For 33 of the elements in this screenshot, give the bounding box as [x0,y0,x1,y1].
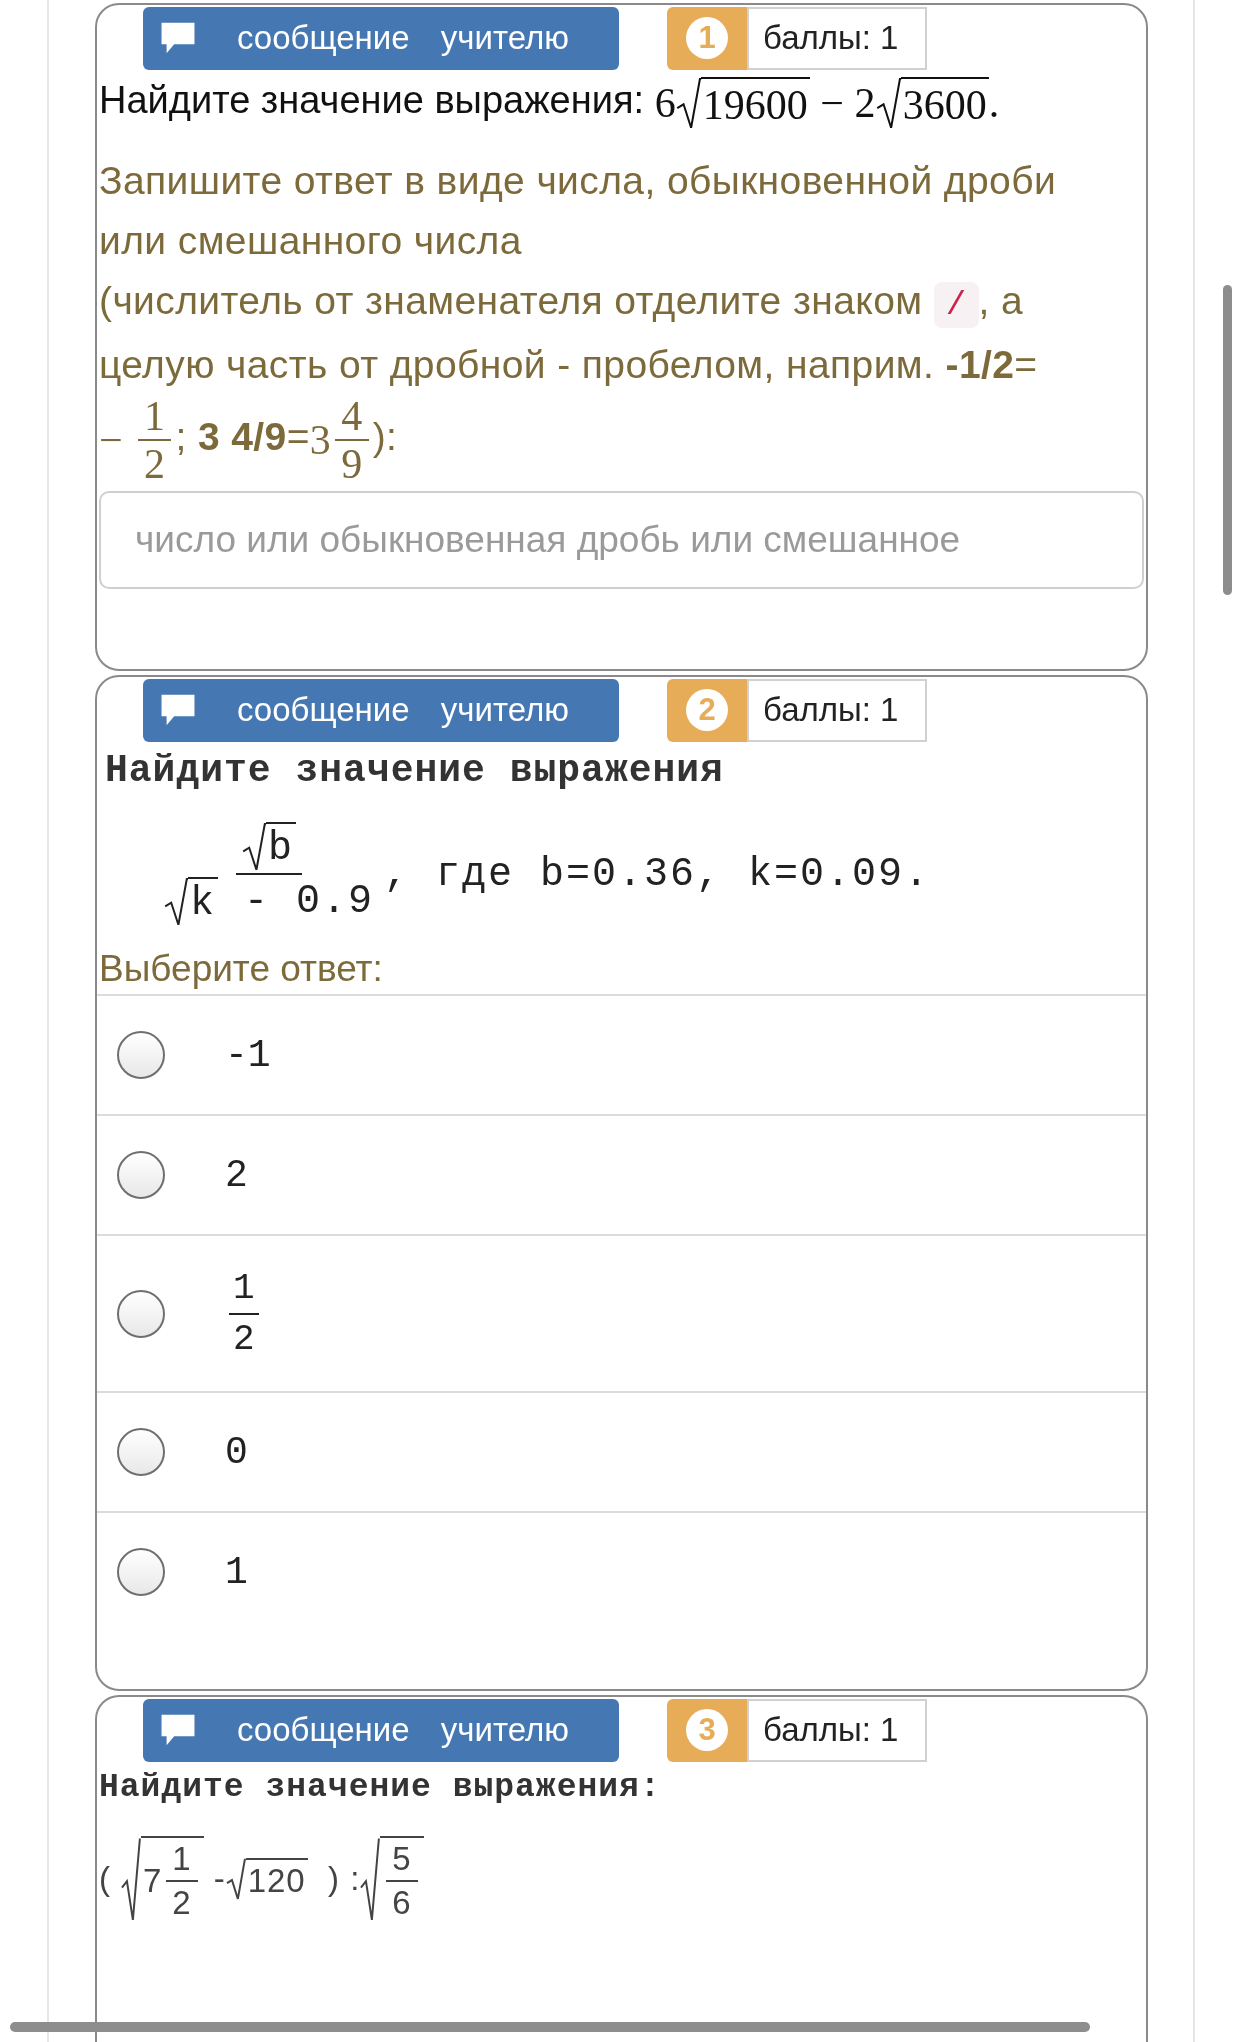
question-number: 2 [667,678,747,742]
score-label: баллы: 1 [747,6,927,70]
option-label: 1 2 [229,1267,259,1360]
scrollbar[interactable] [1223,285,1232,595]
question-text: Найдите значение выражения: [99,1769,662,1806]
radio-button[interactable] [117,1289,165,1338]
option-label: 2 [225,1153,248,1197]
message-teacher-button[interactable]: сообщение учителю [143,1698,619,1762]
scrollbar[interactable] [10,2022,1090,2032]
radio-button[interactable] [117,1151,165,1199]
option-label: -1 [225,1033,271,1077]
message-teacher-button[interactable]: сообщение учителю [143,6,619,70]
message-teacher-button[interactable]: сообщение учителю [143,678,619,742]
option-label: 0 [225,1430,248,1474]
question-text: Найдите значение выражения: 6 19600 − 2 3600. [99,77,1001,129]
radical-sign [242,822,266,871]
score-label: баллы: 1 [747,1698,927,1762]
radical-sign [875,77,901,129]
radical-sign [675,77,701,129]
instruction-text: Запишите ответ в виде числа, обыкновенной дроби или смешанного числа [99,158,1058,264]
radical-sign [164,877,188,926]
option-label: 1 [225,1550,248,1594]
question-text: Найдите значение выражения [105,749,725,792]
question-number: 3 [667,1698,747,1762]
score-label: баллы: 1 [747,678,927,742]
radio-button[interactable] [117,1548,165,1596]
radical-sign [225,1858,246,1900]
radio-button[interactable] [117,1031,165,1079]
instruction-text: Выберите ответ: [99,948,384,990]
formula: b k - 0.9 , где b=0.36, k=0.09. [154,822,1144,926]
question-number: 1 [667,6,747,70]
answer-field[interactable]: число или обыкновенная дробь или смешанное [99,491,1144,589]
radio-button[interactable] [117,1428,165,1476]
